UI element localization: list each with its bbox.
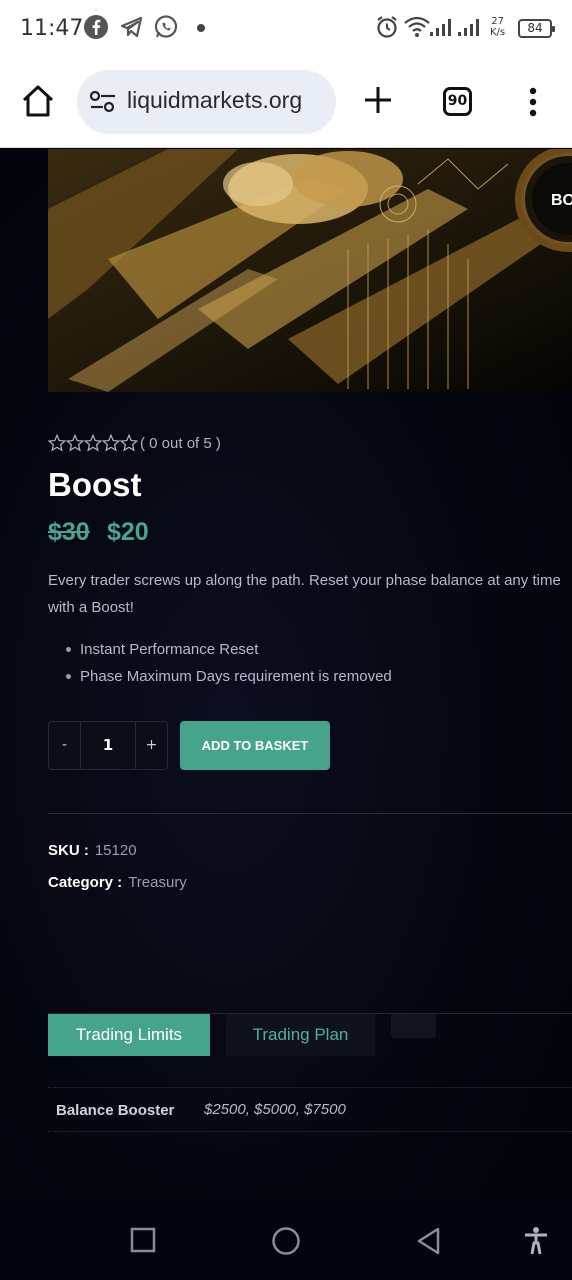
add-to-basket-button[interactable]: ADD TO BASKET <box>180 721 330 770</box>
star-icon <box>66 434 84 452</box>
tab-more[interactable] <box>391 1014 436 1038</box>
recent-apps-icon[interactable] <box>129 1226 157 1258</box>
site-settings-icon[interactable] <box>89 90 117 118</box>
network-speed: 27 K/s <box>490 16 505 38</box>
feature-item: Phase Maximum Days requirement is remove… <box>66 663 392 690</box>
table-key-balance-booster: Balance Booster <box>56 1102 175 1119</box>
battery-indicator: 84 <box>518 19 555 38</box>
clock: 11:47 <box>20 16 84 41</box>
home-icon[interactable] <box>20 84 56 122</box>
new-tab-icon[interactable] <box>362 84 394 120</box>
star-icon <box>48 434 66 452</box>
product-title: Boost <box>48 466 142 503</box>
tab-trading-plan[interactable]: Trading Plan <box>226 1014 375 1056</box>
product-hero-image: BO <box>48 149 572 392</box>
quantity-stepper: - 1 + <box>48 721 168 770</box>
feature-list: Instant Performance Reset Phase Maximum … <box>66 636 392 690</box>
quantity-increase-button[interactable]: + <box>136 722 167 769</box>
notification-dot <box>197 24 205 32</box>
table-row-border <box>48 1131 572 1132</box>
signal-icon <box>428 14 484 44</box>
address-bar[interactable]: liquidmarkets.org <box>77 70 336 134</box>
feature-item: Instant Performance Reset <box>66 636 392 663</box>
status-bar: 11:47 27 K/s 84 <box>0 0 572 60</box>
tab-switcher-button[interactable]: 90 <box>443 87 472 116</box>
more-menu-icon[interactable] <box>526 86 540 122</box>
speed-unit: K/s <box>490 27 506 38</box>
rating: ( 0 out of 5 ) <box>48 434 221 452</box>
sale-price: $20 <box>107 518 149 546</box>
star-icon <box>120 434 138 452</box>
quantity-decrease-button[interactable]: - <box>49 722 80 769</box>
hero-badge-text: BO <box>551 192 572 209</box>
back-icon[interactable] <box>414 1226 444 1260</box>
accessibility-icon[interactable] <box>522 1226 550 1260</box>
speed-value: 27 <box>491 16 504 27</box>
browser-toolbar: liquidmarkets.org 90 <box>0 60 572 148</box>
product-description: Every trader screws up along the path. R… <box>48 572 561 616</box>
facebook-icon <box>83 14 109 44</box>
divider <box>48 813 572 814</box>
whatsapp-icon <box>153 14 179 44</box>
table-value-balance-booster: $2500, $5000, $7500 <box>204 1101 346 1118</box>
system-navigation-bar <box>0 1200 572 1280</box>
sku-value: 15120 <box>94 842 137 859</box>
alarm-icon <box>374 14 400 44</box>
original-price: $30 <box>48 518 90 546</box>
star-icon <box>102 434 120 452</box>
telegram-icon <box>119 14 145 44</box>
home-nav-icon[interactable] <box>270 1226 302 1260</box>
table-row-border <box>48 1087 572 1088</box>
quantity-input[interactable]: 1 <box>80 722 136 769</box>
category-link[interactable]: Treasury <box>128 874 187 891</box>
star-icon <box>84 434 102 452</box>
sku-label: SKU : <box>48 842 89 859</box>
tab-trading-limits[interactable]: Trading Limits <box>48 1014 210 1056</box>
category-row: Category : Treasury <box>48 874 187 891</box>
product-page: BO ( 0 out of 5 ) Boost $30 $20 Every tr… <box>0 149 572 1200</box>
wifi-icon <box>403 14 431 44</box>
category-label: Category : <box>48 874 123 891</box>
url-text: liquidmarkets.org <box>127 87 303 113</box>
rating-text: ( 0 out of 5 ) <box>140 434 221 452</box>
sku-row: SKU : 15120 <box>48 842 137 859</box>
